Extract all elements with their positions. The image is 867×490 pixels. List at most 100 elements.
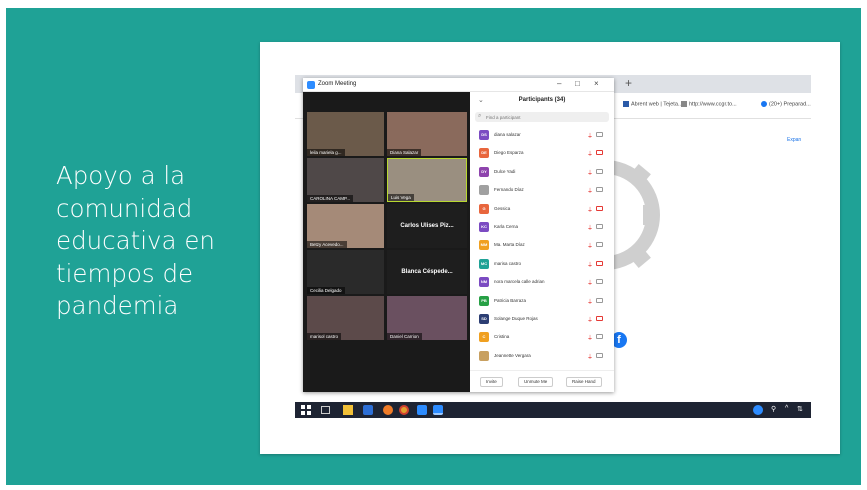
participant-avatar: DY — [479, 166, 489, 177]
participant-row[interactable]: DS diana salazar ⏚ — [470, 126, 614, 144]
participant-avatar: MC — [479, 258, 489, 269]
file-explorer-icon[interactable] — [343, 405, 353, 415]
participant-row[interactable]: KC Karla Cerna ⏚ — [470, 218, 614, 236]
participant-avatar: DS — [479, 130, 489, 140]
task-view-icon[interactable] — [321, 406, 330, 414]
bookmark-item[interactable]: http://www.ccgr.to... — [681, 101, 737, 107]
video-tile[interactable]: Diana Salazar — [387, 112, 467, 156]
video-camera-icon — [596, 279, 603, 285]
participants-panel: ⌄ Participants (34) ⌕ DSdiana salazar⏚DE… — [470, 92, 614, 392]
video-tile[interactable]: leila mariela g... — [307, 112, 384, 156]
muted-mic-icon: ⏚ — [587, 170, 594, 177]
participant-avatar: NM — [479, 277, 489, 288]
muted-mic-icon: ⏚ — [587, 244, 594, 251]
video-camera-icon — [596, 205, 603, 211]
zoom-logo-icon — [307, 81, 315, 89]
tile-participant-label: Carlos Ulises Piz... — [400, 223, 454, 230]
participant-search-input[interactable] — [486, 113, 606, 121]
slide-title-line: comunidad — [56, 193, 193, 223]
video-camera-icon — [596, 150, 603, 156]
video-camera-icon — [596, 334, 603, 340]
zoom-meeting-window: Zoom Meeting – □ × leila mariela g... Di… — [303, 78, 614, 392]
tray-app-icon[interactable] — [753, 405, 763, 415]
video-tile[interactable]: Cecilia Delgado — [307, 250, 384, 294]
participant-row[interactable]: DE Diego Esparza ⏚ — [470, 144, 614, 162]
participant-name: Jeannette Vergara — [494, 352, 531, 358]
participant-search-box[interactable]: ⌕ — [475, 112, 609, 122]
participant-name: Solange Duque Rojas — [494, 316, 538, 321]
muted-mic-icon: ⏚ — [587, 318, 594, 324]
firefox-icon[interactable] — [383, 405, 393, 415]
participant-name: Dulce Yadi — [494, 168, 516, 174]
tile-participant-label: Blanca Céspede... — [401, 269, 453, 276]
new-tab-plus-icon[interactable]: + — [625, 76, 632, 90]
participant-row[interactable]: C Cristina ⏚ — [470, 328, 614, 346]
video-tile-no-video[interactable]: Blanca Céspede... — [387, 250, 467, 294]
video-camera-icon — [596, 168, 603, 174]
windows-start-icon[interactable] — [301, 405, 311, 415]
tray-chevron-up-icon[interactable]: ^ — [785, 405, 788, 412]
muted-mic-icon: ⏚ — [587, 207, 594, 214]
chrome-icon[interactable] — [399, 405, 409, 415]
participant-name: diana salazar — [494, 132, 521, 137]
muted-mic-icon: ⏚ — [587, 354, 594, 361]
windows-taskbar: ⚲ ^ ⇅ — [295, 402, 811, 418]
participant-row[interactable]: Fernando Díaz ⏚ — [470, 181, 614, 199]
embedded-screenshot: + Abrent web | Tejeta... http://www.ccgr… — [260, 42, 840, 454]
participants-footer: Invite Unmute Me Raise Hand — [470, 370, 614, 392]
participant-row[interactable]: MC marisa castro ⏚ — [470, 255, 614, 273]
invite-button[interactable]: Invite — [480, 377, 503, 387]
video-camera-icon — [596, 132, 603, 137]
participant-name: Ma. Marta Díaz — [494, 242, 525, 248]
participant-row[interactable]: MM Ma. Marta Díaz ⏚ — [470, 236, 614, 254]
participant-name: Karla Cerna — [494, 224, 519, 229]
participant-row[interactable]: G Gessica ⏚ — [470, 200, 614, 218]
slide-title-line: educativa en — [56, 226, 215, 255]
tray-network-icon[interactable]: ⇅ — [797, 405, 803, 413]
minimize-button[interactable]: – — [557, 79, 561, 88]
participant-name: marisa castro — [494, 260, 522, 266]
slide-title-line: tiempos de — [56, 258, 194, 288]
participant-name: Gessica — [494, 205, 511, 211]
tile-participant-name: Cecilia Delgado — [307, 287, 345, 294]
slide-title-line: Apoyo a la — [56, 161, 186, 190]
muted-mic-icon: ⏚ — [587, 262, 594, 269]
participant-avatar: DE — [479, 148, 489, 159]
tile-participant-name: Diana Salazar — [387, 149, 422, 156]
expand-link[interactable]: Expan — [787, 137, 801, 143]
participant-name: Patricia Barraza — [494, 297, 527, 303]
tray-people-icon[interactable]: ⚲ — [771, 405, 776, 413]
muted-mic-icon: ⏚ — [587, 189, 594, 196]
video-tile[interactable]: Betzy Acevedo... — [307, 204, 384, 248]
bookmark-label: Abrent web | Tejeta... — [631, 101, 683, 108]
participant-row[interactable]: NM nora marcela calle adrian ⏚ — [470, 273, 614, 291]
zoom-window-title: Zoom Meeting — [318, 81, 357, 87]
muted-mic-icon: ⏚ — [587, 299, 594, 306]
video-camera-icon — [596, 297, 603, 303]
unmute-me-button[interactable]: Unmute Me — [518, 377, 554, 387]
zoom-taskbar-icon[interactable] — [417, 405, 427, 415]
shield-app-icon[interactable] — [363, 405, 373, 415]
video-tile[interactable]: marisol castro — [307, 296, 384, 340]
bookmark-item[interactable]: Abrent web | Tejeta... — [623, 101, 682, 107]
zoom-active-icon[interactable] — [433, 405, 443, 415]
participant-row[interactable]: DY Dulce Yadi ⏚ — [470, 163, 614, 181]
bookmark-item[interactable]: (20+) Preparad... — [761, 101, 811, 107]
video-tile-active-speaker[interactable]: Luis Vega — [387, 158, 467, 202]
participant-row[interactable]: Jeannette Vergara ⏚ — [470, 347, 614, 365]
participant-row[interactable]: SD Solange Duque Rojas ⏚ — [470, 310, 614, 328]
video-camera-icon — [596, 224, 603, 229]
participant-row[interactable]: PB Patricia Barraza ⏚ — [470, 292, 614, 310]
video-tile[interactable]: Daniel Carrion — [387, 296, 467, 340]
bookmark-icon — [623, 101, 629, 107]
raise-hand-button[interactable]: Raise Hand — [566, 377, 602, 387]
video-tile-no-video[interactable]: Carlos Ulises Piz... — [387, 204, 467, 248]
video-tile[interactable]: CAROLINA CAMP... — [307, 158, 384, 202]
maximize-button[interactable]: □ — [575, 79, 580, 88]
slide-title-line: pandemia — [56, 291, 179, 320]
participant-name: Fernando Díaz — [494, 187, 524, 193]
close-button[interactable]: × — [594, 79, 599, 88]
participant-name: Diego Esparza — [494, 150, 524, 156]
search-icon: ⌕ — [478, 113, 482, 119]
muted-mic-icon: ⏚ — [587, 152, 594, 159]
